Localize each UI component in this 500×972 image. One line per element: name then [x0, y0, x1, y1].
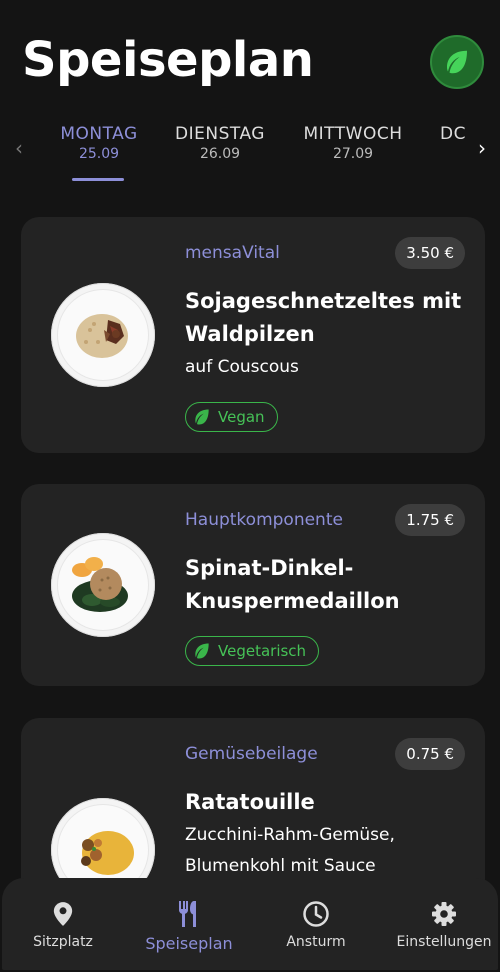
- fork-knife-icon: [179, 901, 196, 927]
- price-badge: 1.75 €: [395, 504, 465, 536]
- meal-card[interactable]: mensaVital 3.50 € Sojageschnetzeltes mit…: [21, 217, 485, 453]
- dish-name: Ratatouille: [185, 790, 315, 814]
- tab-montag[interactable]: MONTAG 25.09: [59, 124, 139, 162]
- nav-speiseplan[interactable]: Speiseplan: [132, 878, 246, 970]
- nav-label: Speiseplan: [145, 934, 233, 953]
- chevron-left-icon[interactable]: ‹: [11, 136, 27, 160]
- nav-sitzplatz[interactable]: Sitzplatz: [20, 878, 106, 970]
- food-illustration: [72, 557, 128, 612]
- tab-donnerstag[interactable]: DC: [440, 124, 470, 144]
- day-date: 25.09: [78, 146, 120, 162]
- nav-label: Sitzplatz: [33, 934, 93, 950]
- diet-tag-label: Vegetarisch: [218, 642, 307, 660]
- nav-label: Einstellungen: [396, 934, 492, 950]
- meal-category: Hauptkomponente: [185, 510, 343, 530]
- location-pin-icon: [53, 902, 73, 926]
- dish-side: auf Couscous: [185, 357, 299, 377]
- diet-tag: Vegan: [185, 402, 278, 432]
- price-badge: 0.75 €: [395, 738, 465, 770]
- diet-tag-label: Vegan: [218, 408, 265, 426]
- dish-name: Sojageschnetzeltes mit Waldpilzen: [185, 289, 462, 346]
- nav-einstellungen[interactable]: Einstellungen: [394, 878, 494, 970]
- diet-tag: Vegetarisch: [185, 636, 320, 666]
- day-name: DIENSTAG: [175, 124, 265, 144]
- leaf-icon: [195, 643, 209, 659]
- dish-side: Zucchini-Rahm-Gemüse, Blumenkohl mit Sau…: [185, 825, 395, 876]
- active-day-indicator: [72, 178, 124, 181]
- clock-icon: [303, 901, 329, 927]
- header: Speiseplan: [2, 2, 498, 112]
- tab-mittwoch[interactable]: MITTWOCH 27.09: [302, 124, 404, 162]
- page-title: Speiseplan: [22, 32, 314, 88]
- dish-name: Spinat-Dinkel-Knuspermedaillon: [185, 556, 400, 613]
- leaf-icon: [195, 409, 209, 425]
- food-illustration: [76, 314, 128, 358]
- meal-category: Gemüsebeilage: [185, 744, 318, 764]
- day-name: MONTAG: [60, 124, 138, 144]
- nav-ansturm[interactable]: Ansturm: [272, 878, 360, 970]
- gear-icon: [432, 902, 456, 926]
- day-name: DC: [440, 124, 466, 144]
- vegan-filter-button[interactable]: [430, 35, 484, 89]
- day-selector: ‹ MONTAG 25.09 DIENSTAG 26.09 MITTWOCH 2…: [2, 114, 498, 194]
- leaf-icon: [447, 50, 467, 74]
- meal-image: [51, 283, 155, 387]
- chevron-right-icon[interactable]: ›: [474, 136, 490, 160]
- nav-label: Ansturm: [286, 934, 346, 950]
- price-badge: 3.50 €: [395, 237, 465, 269]
- day-date: 27.09: [332, 146, 374, 162]
- bottom-navigation: Sitzplatz Speiseplan Ansturm Einstellung…: [2, 878, 498, 970]
- app-screen: Speiseplan ‹ MONTAG 25.09 DIENSTAG 26.09…: [2, 2, 498, 970]
- meal-category: mensaVital: [185, 243, 280, 263]
- day-name: MITTWOCH: [303, 124, 403, 144]
- meal-image: [51, 533, 155, 637]
- day-date: 26.09: [199, 146, 241, 162]
- meal-card[interactable]: Hauptkomponente 1.75 € Spinat-Dinkel-Knu…: [21, 484, 485, 686]
- tab-dienstag[interactable]: DIENSTAG 26.09: [174, 124, 266, 162]
